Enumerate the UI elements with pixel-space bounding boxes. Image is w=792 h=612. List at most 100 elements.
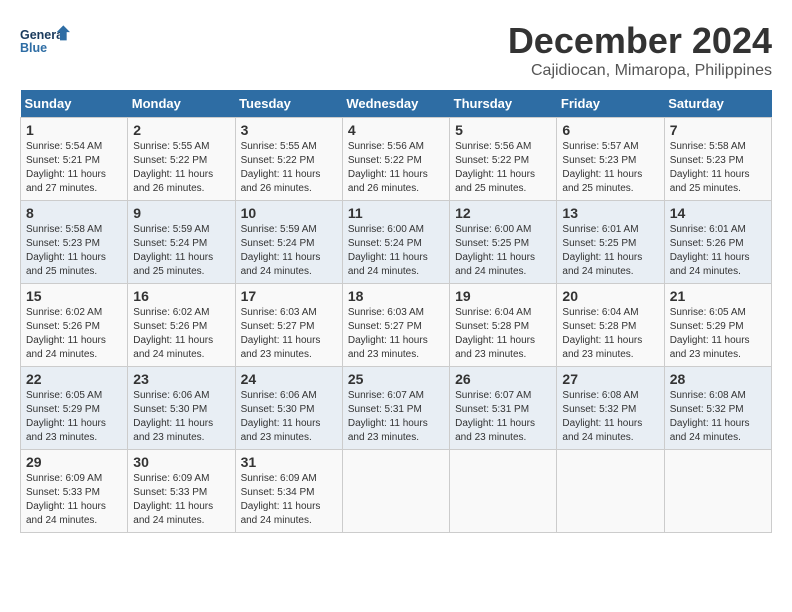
calendar-cell: 3 Sunrise: 5:55 AMSunset: 5:22 PMDayligh…	[235, 118, 342, 201]
day-info: Sunrise: 5:56 AMSunset: 5:22 PMDaylight:…	[348, 141, 428, 194]
day-number: 18	[348, 288, 444, 304]
day-number: 10	[241, 205, 337, 221]
calendar-cell: 29 Sunrise: 6:09 AMSunset: 5:33 PMDaylig…	[21, 450, 128, 533]
page-header: General Blue December 2024 Cajidiocan, M…	[20, 20, 772, 80]
svg-text:Blue: Blue	[20, 41, 47, 55]
calendar-cell	[557, 450, 664, 533]
logo: General Blue	[20, 20, 70, 65]
day-number: 15	[26, 288, 122, 304]
day-number: 17	[241, 288, 337, 304]
calendar-cell: 14 Sunrise: 6:01 AMSunset: 5:26 PMDaylig…	[664, 201, 771, 284]
day-info: Sunrise: 5:56 AMSunset: 5:22 PMDaylight:…	[455, 141, 535, 194]
day-info: Sunrise: 6:07 AMSunset: 5:31 PMDaylight:…	[348, 390, 428, 443]
calendar-cell: 5 Sunrise: 5:56 AMSunset: 5:22 PMDayligh…	[450, 118, 557, 201]
day-number: 14	[670, 205, 766, 221]
day-info: Sunrise: 6:05 AMSunset: 5:29 PMDaylight:…	[26, 390, 106, 443]
calendar-cell: 2 Sunrise: 5:55 AMSunset: 5:22 PMDayligh…	[128, 118, 235, 201]
header-cell: Tuesday	[235, 90, 342, 118]
day-info: Sunrise: 6:06 AMSunset: 5:30 PMDaylight:…	[133, 390, 213, 443]
calendar-week-row: 8 Sunrise: 5:58 AMSunset: 5:23 PMDayligh…	[21, 201, 772, 284]
day-info: Sunrise: 5:59 AMSunset: 5:24 PMDaylight:…	[241, 224, 321, 277]
calendar-cell: 7 Sunrise: 5:58 AMSunset: 5:23 PMDayligh…	[664, 118, 771, 201]
day-info: Sunrise: 6:02 AMSunset: 5:26 PMDaylight:…	[26, 307, 106, 360]
day-number: 30	[133, 454, 229, 470]
calendar-cell: 12 Sunrise: 6:00 AMSunset: 5:25 PMDaylig…	[450, 201, 557, 284]
calendar-week-row: 22 Sunrise: 6:05 AMSunset: 5:29 PMDaylig…	[21, 367, 772, 450]
day-number: 23	[133, 371, 229, 387]
day-number: 31	[241, 454, 337, 470]
day-info: Sunrise: 5:59 AMSunset: 5:24 PMDaylight:…	[133, 224, 213, 277]
calendar-cell: 1 Sunrise: 5:54 AMSunset: 5:21 PMDayligh…	[21, 118, 128, 201]
calendar-cell: 6 Sunrise: 5:57 AMSunset: 5:23 PMDayligh…	[557, 118, 664, 201]
page-subtitle: Cajidiocan, Mimaropa, Philippines	[508, 62, 772, 80]
calendar-cell: 18 Sunrise: 6:03 AMSunset: 5:27 PMDaylig…	[342, 284, 449, 367]
day-info: Sunrise: 6:08 AMSunset: 5:32 PMDaylight:…	[562, 390, 642, 443]
day-number: 9	[133, 205, 229, 221]
calendar-cell: 16 Sunrise: 6:02 AMSunset: 5:26 PMDaylig…	[128, 284, 235, 367]
header-cell: Wednesday	[342, 90, 449, 118]
day-info: Sunrise: 6:06 AMSunset: 5:30 PMDaylight:…	[241, 390, 321, 443]
calendar-cell: 10 Sunrise: 5:59 AMSunset: 5:24 PMDaylig…	[235, 201, 342, 284]
day-number: 27	[562, 371, 658, 387]
day-number: 6	[562, 122, 658, 138]
header-cell: Thursday	[450, 90, 557, 118]
logo-svg: General Blue	[20, 20, 70, 65]
calendar-body: 1 Sunrise: 5:54 AMSunset: 5:21 PMDayligh…	[21, 118, 772, 533]
day-number: 3	[241, 122, 337, 138]
day-info: Sunrise: 6:02 AMSunset: 5:26 PMDaylight:…	[133, 307, 213, 360]
day-number: 7	[670, 122, 766, 138]
day-number: 16	[133, 288, 229, 304]
day-info: Sunrise: 6:08 AMSunset: 5:32 PMDaylight:…	[670, 390, 750, 443]
day-number: 22	[26, 371, 122, 387]
header-cell: Friday	[557, 90, 664, 118]
day-info: Sunrise: 6:04 AMSunset: 5:28 PMDaylight:…	[562, 307, 642, 360]
calendar-cell	[450, 450, 557, 533]
calendar-cell: 22 Sunrise: 6:05 AMSunset: 5:29 PMDaylig…	[21, 367, 128, 450]
day-info: Sunrise: 6:09 AMSunset: 5:34 PMDaylight:…	[241, 473, 321, 526]
day-info: Sunrise: 5:55 AMSunset: 5:22 PMDaylight:…	[133, 141, 213, 194]
day-number: 5	[455, 122, 551, 138]
calendar-cell: 19 Sunrise: 6:04 AMSunset: 5:28 PMDaylig…	[450, 284, 557, 367]
day-number: 26	[455, 371, 551, 387]
header-cell: Sunday	[21, 90, 128, 118]
calendar-cell: 23 Sunrise: 6:06 AMSunset: 5:30 PMDaylig…	[128, 367, 235, 450]
header-cell: Monday	[128, 90, 235, 118]
day-info: Sunrise: 5:58 AMSunset: 5:23 PMDaylight:…	[26, 224, 106, 277]
day-info: Sunrise: 6:04 AMSunset: 5:28 PMDaylight:…	[455, 307, 535, 360]
day-number: 25	[348, 371, 444, 387]
day-number: 1	[26, 122, 122, 138]
day-info: Sunrise: 6:01 AMSunset: 5:25 PMDaylight:…	[562, 224, 642, 277]
day-number: 21	[670, 288, 766, 304]
calendar-cell: 27 Sunrise: 6:08 AMSunset: 5:32 PMDaylig…	[557, 367, 664, 450]
calendar-cell: 13 Sunrise: 6:01 AMSunset: 5:25 PMDaylig…	[557, 201, 664, 284]
calendar-cell: 9 Sunrise: 5:59 AMSunset: 5:24 PMDayligh…	[128, 201, 235, 284]
calendar-cell: 15 Sunrise: 6:02 AMSunset: 5:26 PMDaylig…	[21, 284, 128, 367]
calendar-cell: 4 Sunrise: 5:56 AMSunset: 5:22 PMDayligh…	[342, 118, 449, 201]
calendar-cell	[664, 450, 771, 533]
day-info: Sunrise: 5:57 AMSunset: 5:23 PMDaylight:…	[562, 141, 642, 194]
calendar-cell: 25 Sunrise: 6:07 AMSunset: 5:31 PMDaylig…	[342, 367, 449, 450]
day-info: Sunrise: 6:00 AMSunset: 5:25 PMDaylight:…	[455, 224, 535, 277]
header-row: SundayMondayTuesdayWednesdayThursdayFrid…	[21, 90, 772, 118]
calendar-cell: 8 Sunrise: 5:58 AMSunset: 5:23 PMDayligh…	[21, 201, 128, 284]
day-info: Sunrise: 6:07 AMSunset: 5:31 PMDaylight:…	[455, 390, 535, 443]
day-number: 29	[26, 454, 122, 470]
calendar-cell: 11 Sunrise: 6:00 AMSunset: 5:24 PMDaylig…	[342, 201, 449, 284]
day-info: Sunrise: 6:09 AMSunset: 5:33 PMDaylight:…	[133, 473, 213, 526]
day-number: 2	[133, 122, 229, 138]
page-title: December 2024	[508, 20, 772, 62]
title-section: December 2024 Cajidiocan, Mimaropa, Phil…	[508, 20, 772, 80]
calendar-week-row: 29 Sunrise: 6:09 AMSunset: 5:33 PMDaylig…	[21, 450, 772, 533]
calendar-cell: 17 Sunrise: 6:03 AMSunset: 5:27 PMDaylig…	[235, 284, 342, 367]
calendar-table: SundayMondayTuesdayWednesdayThursdayFrid…	[20, 90, 772, 533]
day-number: 19	[455, 288, 551, 304]
header-cell: Saturday	[664, 90, 771, 118]
calendar-cell: 30 Sunrise: 6:09 AMSunset: 5:33 PMDaylig…	[128, 450, 235, 533]
day-info: Sunrise: 6:01 AMSunset: 5:26 PMDaylight:…	[670, 224, 750, 277]
calendar-cell: 31 Sunrise: 6:09 AMSunset: 5:34 PMDaylig…	[235, 450, 342, 533]
day-number: 13	[562, 205, 658, 221]
calendar-week-row: 1 Sunrise: 5:54 AMSunset: 5:21 PMDayligh…	[21, 118, 772, 201]
day-info: Sunrise: 6:03 AMSunset: 5:27 PMDaylight:…	[348, 307, 428, 360]
day-number: 4	[348, 122, 444, 138]
calendar-cell: 20 Sunrise: 6:04 AMSunset: 5:28 PMDaylig…	[557, 284, 664, 367]
